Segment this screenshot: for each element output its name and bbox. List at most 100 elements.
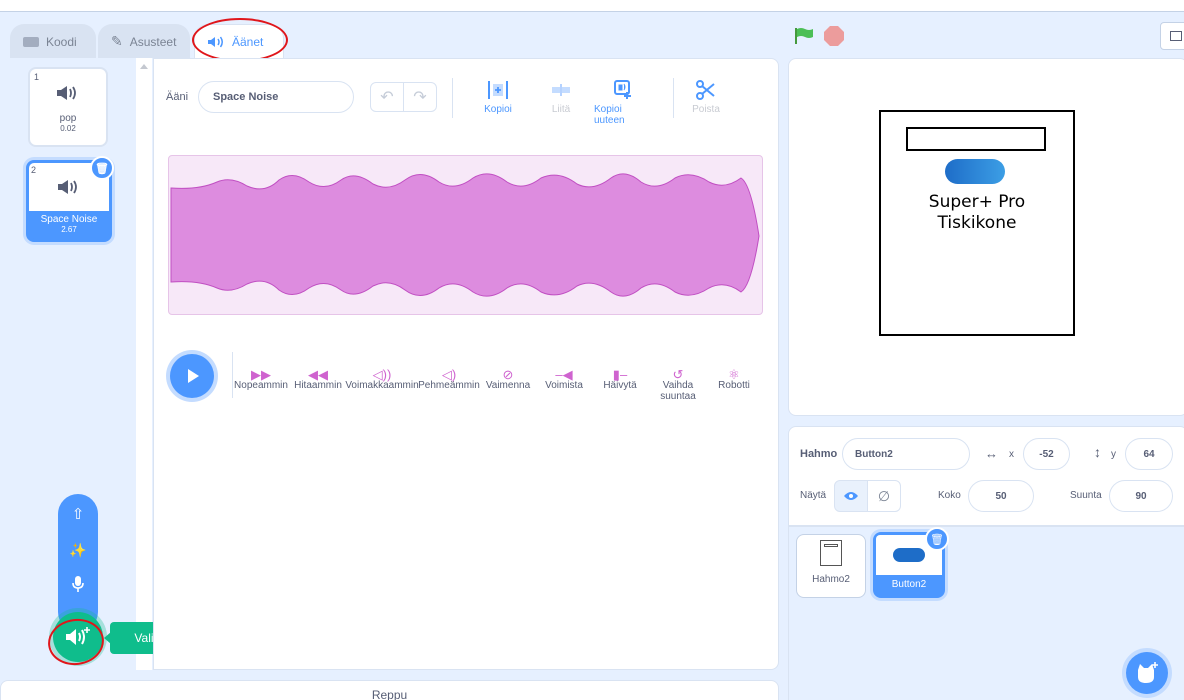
effect-fade-in-button[interactable]: –◀ Voimista [538,360,590,391]
stage-textbox [906,127,1046,151]
stage-size-toggle[interactable] [1160,22,1184,50]
effect-label: Häivytä [603,380,637,391]
divider [673,78,674,118]
mute-icon: ⊘ [502,367,514,382]
scissors-icon [696,80,715,100]
tab-costumes[interactable]: ✎ Asusteet [98,24,190,58]
stage-button-sprite[interactable] [945,159,1005,184]
sprite-thumb-hahmo2[interactable]: Hahmo2 [796,534,866,598]
brush-icon: ✎ [111,33,123,49]
copy-label: Kopioi [484,104,512,115]
green-flag-icon[interactable] [794,27,814,45]
effect-label: Voimista [545,380,583,391]
y-input[interactable]: 64 [1125,438,1173,470]
x-label: x [1009,449,1014,460]
annotation-circle-tab [192,18,288,62]
sprite-name: Button2 [891,579,927,590]
undo-button[interactable]: ↶ [370,82,404,112]
effect-mute-button[interactable]: ⊘ Vaimenna [481,360,535,391]
paste-button[interactable]: Liitä [531,80,591,115]
layout-icon [1170,31,1182,41]
code-icon [23,36,39,47]
upload-icon[interactable]: ⇧ [66,502,90,526]
delete-button[interactable]: Poista [676,80,736,115]
x-input[interactable]: -52 [1023,438,1070,470]
divider [452,78,453,118]
choose-sprite-button[interactable] [1126,652,1168,694]
stage-title: Super+ Pro Tiskikone [879,192,1075,234]
effect-label: Pehmeämmin [418,380,480,391]
backpack-bar[interactable]: Reppu [0,680,779,700]
play-button[interactable] [170,354,214,398]
delete-sprite-button[interactable]: 🗑 [925,527,949,551]
size-input[interactable]: 50 [968,480,1034,512]
effect-label: Voimakkaammin [345,380,419,391]
faster-icon: ▶▶ [251,367,271,382]
effect-softer-button[interactable]: ◁) Pehmeämmin [417,360,481,391]
show-visible-button[interactable] [834,480,868,512]
sprite-thumbnail [820,540,842,566]
redo-icon: ↷ [413,89,427,106]
effect-fade-out-button[interactable]: ▮– Häivytä [594,360,646,391]
sprite-thumbnail [893,548,925,562]
surprise-icon[interactable]: ✨ [66,538,90,562]
paste-icon [552,84,570,96]
effect-label: suuntaa [660,391,696,402]
stop-icon[interactable] [824,26,844,46]
sound-item-name: Space Noise [40,214,98,225]
record-icon[interactable] [66,572,90,596]
fade-out-icon: ▮– [612,367,628,382]
stage-title-line: Tiskikone [937,213,1017,233]
sound-item-name: pop [59,113,77,124]
sprite-name-input[interactable]: Button2 [842,438,970,470]
copy-new-icon [614,80,631,99]
sprite-name: Hahmo2 [812,574,850,585]
undo-icon: ↶ [380,89,394,106]
sound-name-input[interactable]: Space Noise [198,81,354,113]
x-arrows-icon: ↔ [985,446,998,461]
direction-input[interactable]: 90 [1109,480,1173,512]
play-icon [188,369,199,383]
sound-name-label: Ääni [166,91,189,103]
delete-label: Poista [692,104,720,115]
fade-in-icon: –◀ [555,367,573,382]
top-bar [0,0,1184,12]
effect-slower-button[interactable]: ◀◀ Hitaammin [290,360,346,391]
effect-label: Vaihda [662,380,694,391]
softer-icon: ◁) [441,367,457,382]
show-label: Näytä [800,490,827,501]
sound-item[interactable]: 1 pop 0.02 [28,67,108,147]
slower-icon: ◀◀ [308,367,328,382]
speaker-icon [58,180,77,194]
copy-new-label: Kopioi uuteen [594,104,625,126]
sound-list-scrollbar[interactable] [136,58,152,670]
sprite-thumbnail-box [824,544,838,547]
sprite-label: Hahmo [800,448,838,460]
delete-sound-button[interactable]: 🗑 [90,156,114,180]
tab-code-label: Koodi [46,34,77,49]
copy-button[interactable]: Kopioi [468,80,528,115]
sound-item-duration: 0.02 [60,124,76,133]
eye-slash-icon: ∅ [877,487,891,504]
sound-item-number: 1 [34,72,40,82]
tab-code[interactable]: Koodi [10,24,96,58]
effect-louder-button[interactable]: ◁)) Voimakkaammin [345,360,419,391]
eye-icon [844,492,858,500]
scroll-up-icon [140,64,148,69]
effect-faster-button[interactable]: ▶▶ Nopeammin [233,360,289,391]
louder-icon: ◁)) [372,367,392,382]
effect-label: Hitaammin [294,380,342,391]
show-hidden-button[interactable]: ∅ [867,480,901,512]
sound-item-number: 2 [31,165,37,175]
effect-label: Robotti [718,380,750,391]
waveform-container[interactable] [168,155,763,315]
direction-label: Suunta [1070,490,1102,501]
trash-icon: 🗑 [95,162,109,175]
copy-to-new-button[interactable]: Kopioi uuteen [594,80,654,126]
effect-reverse-button[interactable]: ↺ Vaihda suuntaa [650,360,706,402]
copy-icon [488,81,508,99]
effect-robot-button[interactable]: ⚛ Robotti [708,360,760,391]
tab-costumes-label: Asusteet [129,34,177,49]
redo-button[interactable]: ↷ [403,82,437,112]
stage-title-line: Super+ Pro [928,192,1026,212]
